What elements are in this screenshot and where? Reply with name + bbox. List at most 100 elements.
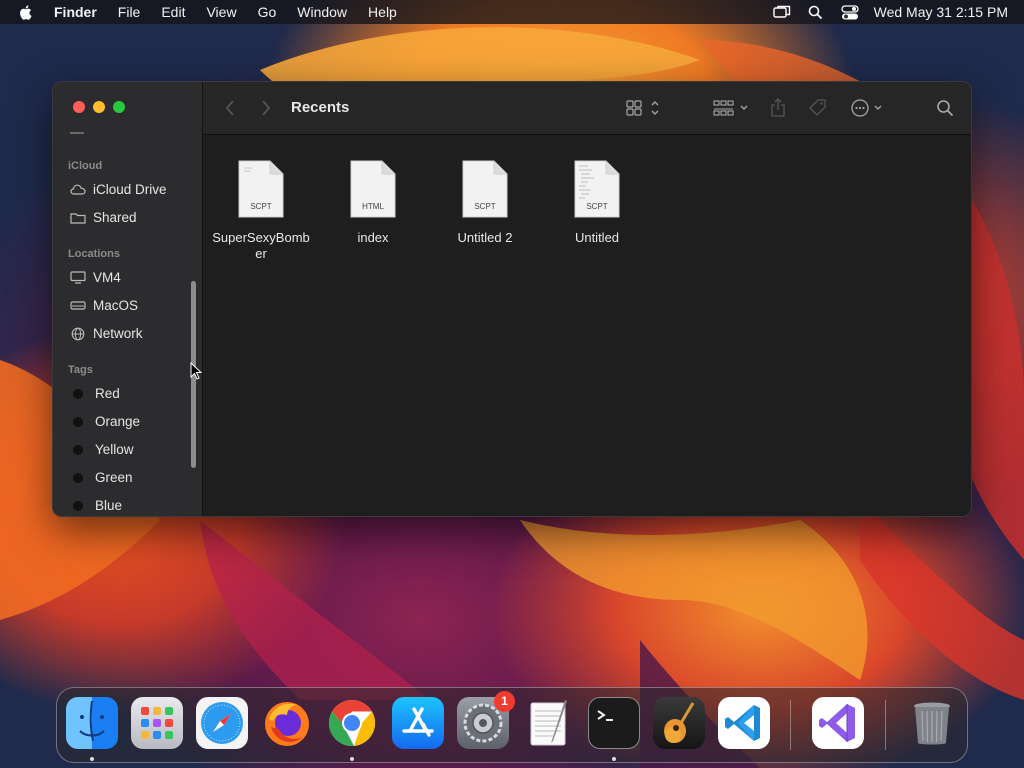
sidebar-item-label: Green — [95, 470, 133, 485]
group-icon — [713, 100, 748, 116]
cloud-icon — [70, 183, 86, 197]
tag-dot-icon — [72, 387, 84, 400]
dock-visual-studio-icon[interactable] — [812, 697, 864, 749]
menu-bar: Finder File Edit View Go Window Help Wed… — [0, 0, 1024, 24]
sidebar: iCloud iCloud Drive Shared Locations VM4… — [53, 82, 203, 516]
dock-firefox-icon[interactable] — [261, 697, 313, 749]
dock-trash-icon[interactable] — [906, 697, 958, 749]
chevron-right-icon — [262, 100, 271, 116]
dock-system-preferences-icon[interactable]: 1 — [457, 691, 515, 749]
tag-dot-icon — [72, 471, 84, 484]
sidebar-tag-blue[interactable]: Blue — [70, 498, 122, 513]
back-button[interactable] — [225, 97, 235, 119]
close-button[interactable] — [73, 101, 85, 113]
dock-garageband-icon[interactable] — [653, 697, 705, 749]
dock-chrome-icon[interactable] — [326, 697, 378, 749]
disk-icon — [70, 299, 86, 313]
sidebar-item-label: VM4 — [93, 270, 121, 285]
zoom-button[interactable] — [113, 101, 125, 113]
sidebar-item-macos[interactable]: MacOS — [70, 298, 138, 313]
sidebar-clipped-item — [70, 132, 84, 134]
file-extension: HTML — [362, 202, 384, 211]
file-name: SuperSexyBomber — [212, 230, 310, 261]
sidebar-item-network[interactable]: Network — [70, 326, 143, 341]
menu-clock[interactable]: Wed May 31 2:15 PM — [874, 4, 1008, 20]
sidebar-item-label: Orange — [95, 414, 141, 429]
finder-window: iCloud iCloud Drive Shared Locations VM4… — [52, 81, 972, 517]
minimize-button[interactable] — [93, 101, 105, 113]
menu-file[interactable]: File — [118, 4, 141, 20]
script-file-icon: SCPT — [574, 160, 620, 218]
menu-help[interactable]: Help — [368, 4, 397, 20]
sidebar-item-vm4[interactable]: VM4 — [70, 270, 121, 285]
dock-textedit-icon[interactable] — [523, 697, 575, 749]
file-item[interactable]: SCPT Untitled — [542, 160, 652, 246]
sidebar-tag-green[interactable]: Green — [70, 470, 133, 485]
tag-dot-icon — [72, 415, 84, 428]
more-actions-button[interactable] — [850, 97, 886, 119]
tag-button[interactable] — [808, 97, 828, 119]
window-controls — [73, 101, 133, 113]
screen-mirroring-icon[interactable] — [772, 4, 792, 20]
shared-folder-icon — [70, 211, 86, 225]
tag-icon — [809, 99, 826, 116]
notification-badge: 1 — [494, 691, 515, 712]
sidebar-tag-yellow[interactable]: Yellow — [70, 442, 134, 457]
spotlight-icon[interactable] — [806, 4, 826, 20]
html-file-icon: HTML — [350, 160, 396, 218]
sidebar-section-tags: Tags — [68, 364, 93, 376]
control-center-icon[interactable] — [840, 4, 860, 20]
file-area: SCPT SuperSexyBomber HTML index SCPT Unt… — [203, 135, 971, 516]
sidebar-tag-red[interactable]: Red — [70, 386, 120, 401]
dock-launchpad-icon[interactable] — [131, 697, 183, 749]
status-area: Wed May 31 2:15 PM — [772, 4, 1008, 20]
running-indicator — [350, 757, 354, 761]
dock-app-store-icon[interactable] — [392, 697, 444, 749]
file-item[interactable]: HTML index — [318, 160, 428, 246]
sidebar-item-label: Shared — [93, 210, 137, 225]
script-file-icon: SCPT — [462, 160, 508, 218]
tag-dot-icon — [72, 443, 84, 456]
dock-separator — [790, 700, 791, 750]
menu-window[interactable]: Window — [297, 4, 347, 20]
file-extension: SCPT — [250, 202, 272, 211]
sidebar-item-label: iCloud Drive — [93, 182, 167, 197]
sidebar-item-label: Red — [95, 386, 120, 401]
menu-edit[interactable]: Edit — [161, 4, 185, 20]
dock-terminal-icon[interactable] — [588, 697, 640, 749]
file-extension: SCPT — [474, 202, 496, 211]
display-icon — [70, 271, 86, 285]
running-indicator — [612, 757, 616, 761]
mouse-cursor-icon — [190, 361, 203, 380]
file-name: Untitled 2 — [457, 230, 513, 245]
share-button[interactable] — [770, 97, 786, 119]
menu-view[interactable]: View — [206, 4, 236, 20]
window-title: Recents — [291, 99, 350, 116]
dock-finder-icon[interactable] — [66, 697, 118, 749]
dock-vscode-icon[interactable] — [718, 697, 770, 749]
sidebar-tag-orange[interactable]: Orange — [70, 414, 140, 429]
file-item[interactable]: SCPT SuperSexyBomber — [206, 160, 316, 262]
icon-view-icon — [626, 100, 659, 116]
view-mode-button[interactable] — [626, 97, 662, 119]
menu-app-name[interactable]: Finder — [54, 4, 97, 20]
sidebar-section-locations: Locations — [68, 248, 120, 260]
forward-button[interactable] — [261, 97, 271, 119]
sidebar-section-icloud: iCloud — [68, 160, 103, 172]
menu-go[interactable]: Go — [258, 4, 277, 20]
dock-separator — [885, 700, 886, 750]
sidebar-item-icloud-drive[interactable]: iCloud Drive — [70, 182, 167, 197]
sidebar-item-shared[interactable]: Shared — [70, 210, 137, 225]
group-button[interactable] — [713, 97, 751, 119]
window-toolbar: Recents — [203, 82, 971, 135]
globe-icon — [70, 327, 86, 341]
file-name: Untitled — [574, 230, 620, 245]
dock-safari-icon[interactable] — [196, 697, 248, 749]
apple-menu-icon[interactable] — [18, 3, 36, 21]
search-button[interactable] — [936, 97, 954, 119]
running-indicator — [90, 757, 94, 761]
file-extension: SCPT — [586, 202, 608, 211]
ellipsis-circle-icon — [851, 99, 882, 117]
file-item[interactable]: SCPT Untitled 2 — [430, 160, 540, 246]
sidebar-item-label: Blue — [95, 498, 123, 513]
